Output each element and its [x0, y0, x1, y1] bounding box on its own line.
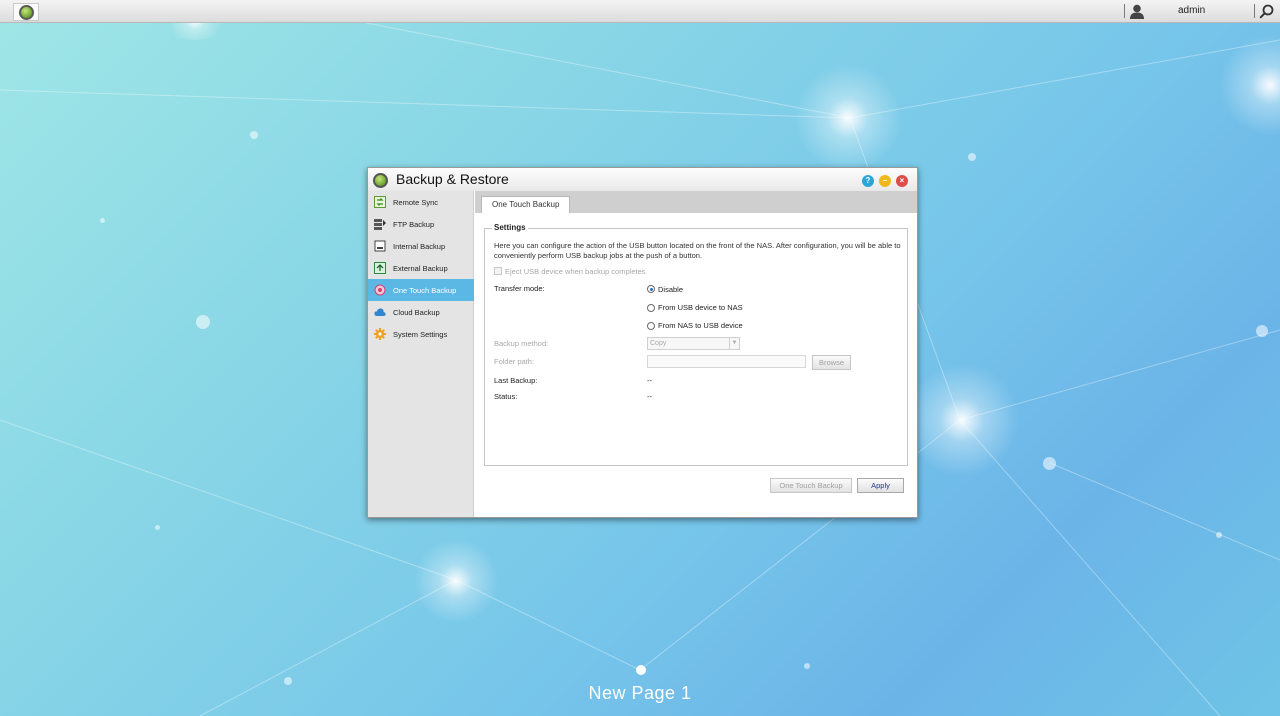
folder-path-input[interactable] — [647, 355, 806, 368]
sidebar-item-cloud-backup[interactable]: Cloud Backup — [368, 302, 474, 322]
sync-icon — [374, 196, 386, 208]
last-backup-label: Last Backup: — [494, 376, 538, 385]
sidebar-item-internal-backup[interactable]: Internal Backup — [368, 236, 474, 256]
divider — [1254, 4, 1255, 18]
sidebar-item-ftp-backup[interactable]: FTP Backup — [368, 214, 474, 234]
page-indicator-dot[interactable] — [636, 665, 646, 675]
sidebar-item-label: Cloud Backup — [393, 308, 440, 317]
settings-group: Settings Here you can configure the acti… — [484, 223, 908, 466]
window-title: Backup & Restore — [396, 171, 509, 187]
light-dot — [155, 525, 160, 530]
external-disk-icon — [374, 262, 386, 274]
light-glow — [900, 358, 1024, 482]
help-button[interactable]: ? — [862, 175, 874, 187]
transfer-option-label[interactable]: From NAS to USB device — [658, 321, 743, 330]
eject-usb-label: Eject USB device when backup completes — [505, 267, 646, 276]
last-backup-value: -- — [647, 376, 652, 385]
close-button[interactable]: × — [896, 175, 908, 187]
divider — [1124, 4, 1125, 18]
tab-strip: One Touch Backup — [475, 191, 917, 213]
sidebar-item-external-backup[interactable]: External Backup — [368, 258, 474, 278]
ftp-icon — [374, 219, 386, 230]
folder-path-label: Folder path: — [494, 357, 535, 366]
sidebar-item-label: System Settings — [393, 330, 448, 339]
sidebar: Remote Sync FTP Backup Internal Backup E… — [368, 191, 474, 517]
sidebar-item-remote-sync[interactable]: Remote Sync — [368, 192, 474, 212]
one-touch-icon — [374, 284, 386, 296]
sidebar-item-system-settings[interactable]: System Settings — [368, 324, 474, 344]
light-dot — [196, 315, 210, 329]
chevron-down-icon: ▼ — [729, 338, 739, 349]
light-dot — [968, 153, 976, 161]
transfer-option-label[interactable]: Disable — [658, 285, 683, 294]
sidebar-item-label: One Touch Backup — [393, 286, 457, 295]
backup-method-label: Backup method: — [494, 339, 549, 348]
backup-method-select[interactable]: Copy ▼ — [647, 337, 740, 350]
settings-legend: Settings — [492, 223, 528, 232]
tab-one-touch-backup[interactable]: One Touch Backup — [481, 196, 571, 213]
window-titlebar[interactable]: Backup & Restore ? – × — [368, 168, 917, 191]
sidebar-item-label: Remote Sync — [393, 198, 439, 207]
browse-button[interactable]: Browse — [812, 355, 851, 370]
settings-description: Here you can configure the action of the… — [494, 241, 901, 260]
username-label[interactable]: admin — [1178, 5, 1205, 16]
backup-app-icon — [373, 173, 388, 188]
light-dot — [100, 218, 105, 223]
user-icon[interactable] — [1129, 4, 1145, 19]
apply-button[interactable]: Apply — [857, 478, 904, 493]
search-icon[interactable] — [1259, 4, 1274, 19]
main-menu-button[interactable] — [13, 3, 39, 21]
transfer-disable-radio[interactable] — [647, 285, 655, 293]
one-touch-backup-button[interactable]: One Touch Backup — [770, 478, 852, 493]
cloud-icon — [374, 308, 386, 316]
backup-method-value: Copy — [650, 340, 667, 347]
light-dot — [804, 663, 810, 669]
minimize-button[interactable]: – — [879, 175, 891, 187]
transfer-usb-to-nas-radio[interactable] — [647, 304, 655, 312]
transfer-mode-label: Transfer mode: — [494, 284, 545, 293]
transfer-nas-to-usb-radio[interactable] — [647, 322, 655, 330]
light-dot — [1216, 532, 1222, 538]
eject-usb-checkbox[interactable] — [494, 267, 502, 275]
backup-restore-window: Backup & Restore ? – × Remote Sync FTP B… — [367, 167, 918, 518]
gear-icon — [374, 328, 386, 340]
internal-disk-icon — [374, 240, 386, 252]
desktop-page-label: New Page 1 — [588, 683, 692, 703]
light-dot — [1043, 457, 1056, 470]
light-dot — [1256, 325, 1268, 337]
sidebar-item-label: External Backup — [393, 264, 448, 273]
top-bar: admin — [0, 0, 1280, 23]
light-dot — [250, 131, 258, 139]
transfer-option-label[interactable]: From USB device to NAS — [658, 303, 743, 312]
app-logo-icon — [19, 5, 34, 20]
content-panel: Settings Here you can configure the acti… — [475, 213, 917, 517]
light-glow — [790, 60, 906, 176]
status-label: Status: — [494, 392, 518, 401]
sidebar-item-label: FTP Backup — [393, 220, 435, 229]
sidebar-item-label: Internal Backup — [393, 242, 446, 251]
light-glow — [410, 535, 502, 627]
sidebar-item-one-touch-backup[interactable]: One Touch Backup — [368, 279, 474, 301]
status-value: -- — [647, 392, 652, 401]
